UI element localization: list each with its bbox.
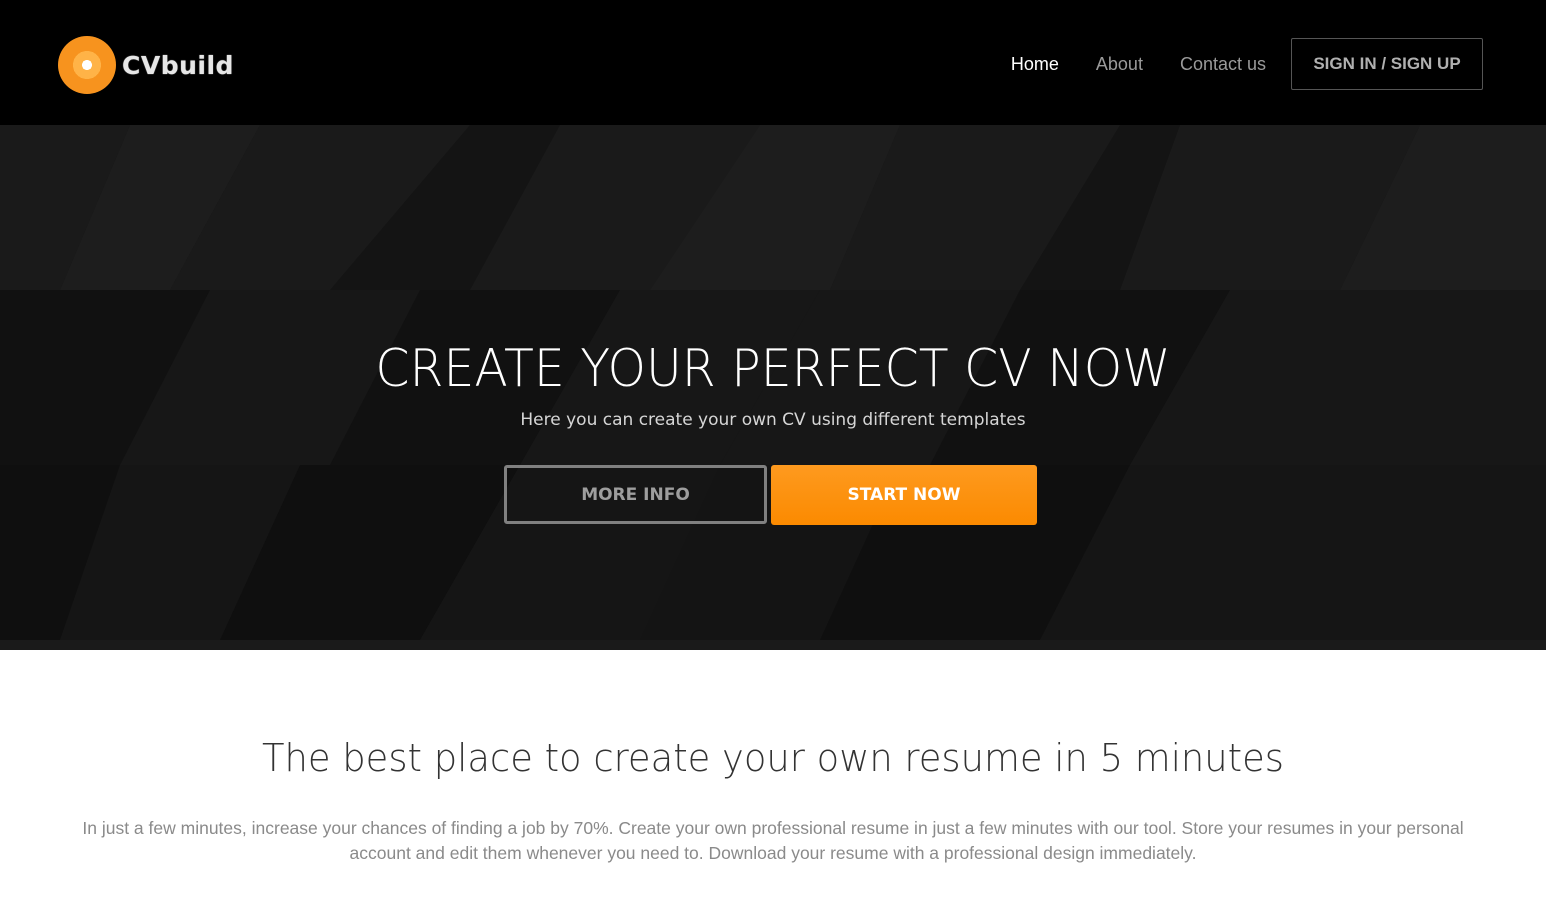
nav-home[interactable]: Home — [1011, 54, 1059, 75]
brand-logo[interactable]: CVbuild — [58, 36, 234, 94]
info-heading: The best place to create your own resume… — [261, 736, 1284, 780]
hero-section: CREATE YOUR PERFECT CV NOW Here you can … — [0, 125, 1546, 650]
info-description: In just a few minutes, increase your cha… — [82, 818, 1464, 863]
site-header: CVbuild Home About Contact us SIGN IN / … — [0, 0, 1546, 125]
more-info-button[interactable]: MORE INFO — [504, 465, 767, 524]
hero-title: CREATE YOUR PERFECT CV NOW — [375, 339, 1171, 399]
target-icon — [58, 36, 116, 94]
nav-contact[interactable]: Contact us — [1180, 54, 1266, 75]
hero-subtitle: Here you can create your own CV using di… — [520, 410, 1026, 430]
nav-about[interactable]: About — [1096, 54, 1143, 75]
brand-name: CVbuild — [122, 50, 234, 80]
sign-in-sign-up-button[interactable]: SIGN IN / SIGN UP — [1291, 38, 1483, 90]
start-now-button[interactable]: START NOW — [771, 465, 1037, 525]
main-nav: Home About Contact us SIGN IN / SIGN UP — [1011, 38, 1483, 90]
